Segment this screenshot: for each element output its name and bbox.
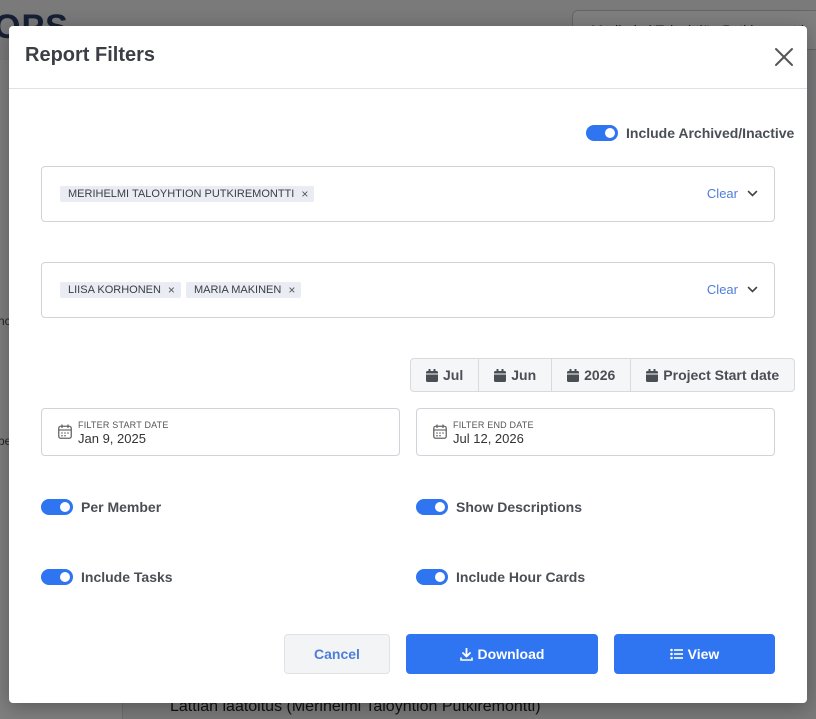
remove-chip-icon[interactable]: × <box>168 284 175 296</box>
member-chip: MARIA MAKINEN × <box>185 282 302 298</box>
toggle-switch[interactable] <box>41 499 73 515</box>
filter-start-date-field[interactable]: Filter Start Date Jan 9, 2025 <box>41 408 400 456</box>
filter-end-date-field[interactable]: Filter End Date Jul 12, 2026 <box>416 408 775 456</box>
chip-label: MERIHELMI TALOYHTION PUTKIREMONTTI <box>68 188 295 200</box>
toggle-switch[interactable] <box>416 499 448 515</box>
chip-label: LIISA KORHONEN <box>68 284 161 296</box>
date-field-value: Jan 9, 2025 <box>78 431 146 446</box>
per-member-toggle[interactable]: Per Member <box>41 499 161 515</box>
include-archived-toggle[interactable]: Include Archived/Inactive <box>586 125 794 141</box>
calendar-icon <box>433 424 447 439</box>
list-icon <box>669 648 683 660</box>
calendar-icon <box>567 368 580 382</box>
date-field-value: Jul 12, 2026 <box>453 431 524 446</box>
close-button[interactable] <box>773 46 795 68</box>
quick-date-jun[interactable]: Jun <box>479 359 553 391</box>
report-filters-modal: Report Filters Include Archived/Inactive… <box>9 26 807 703</box>
quick-date-jul[interactable]: Jul <box>411 359 480 391</box>
include-hour-cards-toggle[interactable]: Include Hour Cards <box>416 569 585 585</box>
calendar-icon <box>426 368 438 382</box>
project-chip: MERIHELMI TALOYHTION PUTKIREMONTTI × <box>60 186 315 202</box>
toggle-label: Include Hour Cards <box>456 569 586 585</box>
quick-date-label: Jun <box>511 367 537 383</box>
calendar-icon <box>494 368 507 382</box>
show-descriptions-toggle[interactable]: Show Descriptions <box>416 499 582 515</box>
toggle-label: Include Tasks <box>81 569 173 585</box>
modal-header: Report Filters <box>9 26 807 89</box>
download-label: Download <box>477 646 545 662</box>
calendar-icon <box>58 424 72 439</box>
toggle-label: Per Member <box>81 499 162 515</box>
date-field-label: Filter End Date <box>453 420 534 430</box>
clear-projects-link[interactable]: Clear <box>707 186 738 201</box>
close-icon <box>775 48 793 66</box>
download-icon <box>459 647 473 661</box>
include-tasks-toggle[interactable]: Include Tasks <box>41 569 173 585</box>
download-button[interactable]: Download <box>406 634 598 674</box>
quick-date-year[interactable]: 2026 <box>552 359 632 391</box>
chevron-down-icon[interactable] <box>747 284 758 295</box>
toggle-switch[interactable] <box>586 125 618 141</box>
quick-date-label: 2026 <box>584 367 616 383</box>
remove-chip-icon[interactable]: × <box>288 284 295 296</box>
cancel-button[interactable]: Cancel <box>284 634 390 674</box>
member-chip: LIISA KORHONEN × <box>60 282 181 298</box>
date-field-label: Filter Start Date <box>78 420 169 430</box>
selected-members: LIISA KORHONEN × MARIA MAKINEN × <box>60 282 302 298</box>
quick-date-project-start[interactable]: Project Start date <box>631 359 794 391</box>
selected-projects: MERIHELMI TALOYHTION PUTKIREMONTTI × <box>60 186 315 202</box>
calendar-icon <box>646 368 659 382</box>
view-label: View <box>687 646 720 662</box>
toggle-label: Include Archived/Inactive <box>626 125 795 141</box>
toggle-switch[interactable] <box>41 569 73 585</box>
chevron-down-icon[interactable] <box>747 188 758 199</box>
quick-date-label: Project Start date <box>663 367 780 383</box>
clear-members-link[interactable]: Clear <box>707 282 738 297</box>
project-multiselect[interactable]: MERIHELMI TALOYHTION PUTKIREMONTTI × Cle… <box>41 166 775 222</box>
quick-date-label: Jul <box>443 367 464 383</box>
remove-chip-icon[interactable]: × <box>301 188 308 200</box>
quick-date-buttons: Jul Jun 2026 Project Start date <box>410 358 796 392</box>
member-multiselect[interactable]: LIISA KORHONEN × MARIA MAKINEN × Clear <box>41 262 775 318</box>
modal-title: Report Filters <box>25 44 156 66</box>
toggle-label: Show Descriptions <box>456 499 583 515</box>
chip-label: MARIA MAKINEN <box>193 284 282 296</box>
view-button[interactable]: View <box>614 634 775 674</box>
toggle-switch[interactable] <box>416 569 448 585</box>
